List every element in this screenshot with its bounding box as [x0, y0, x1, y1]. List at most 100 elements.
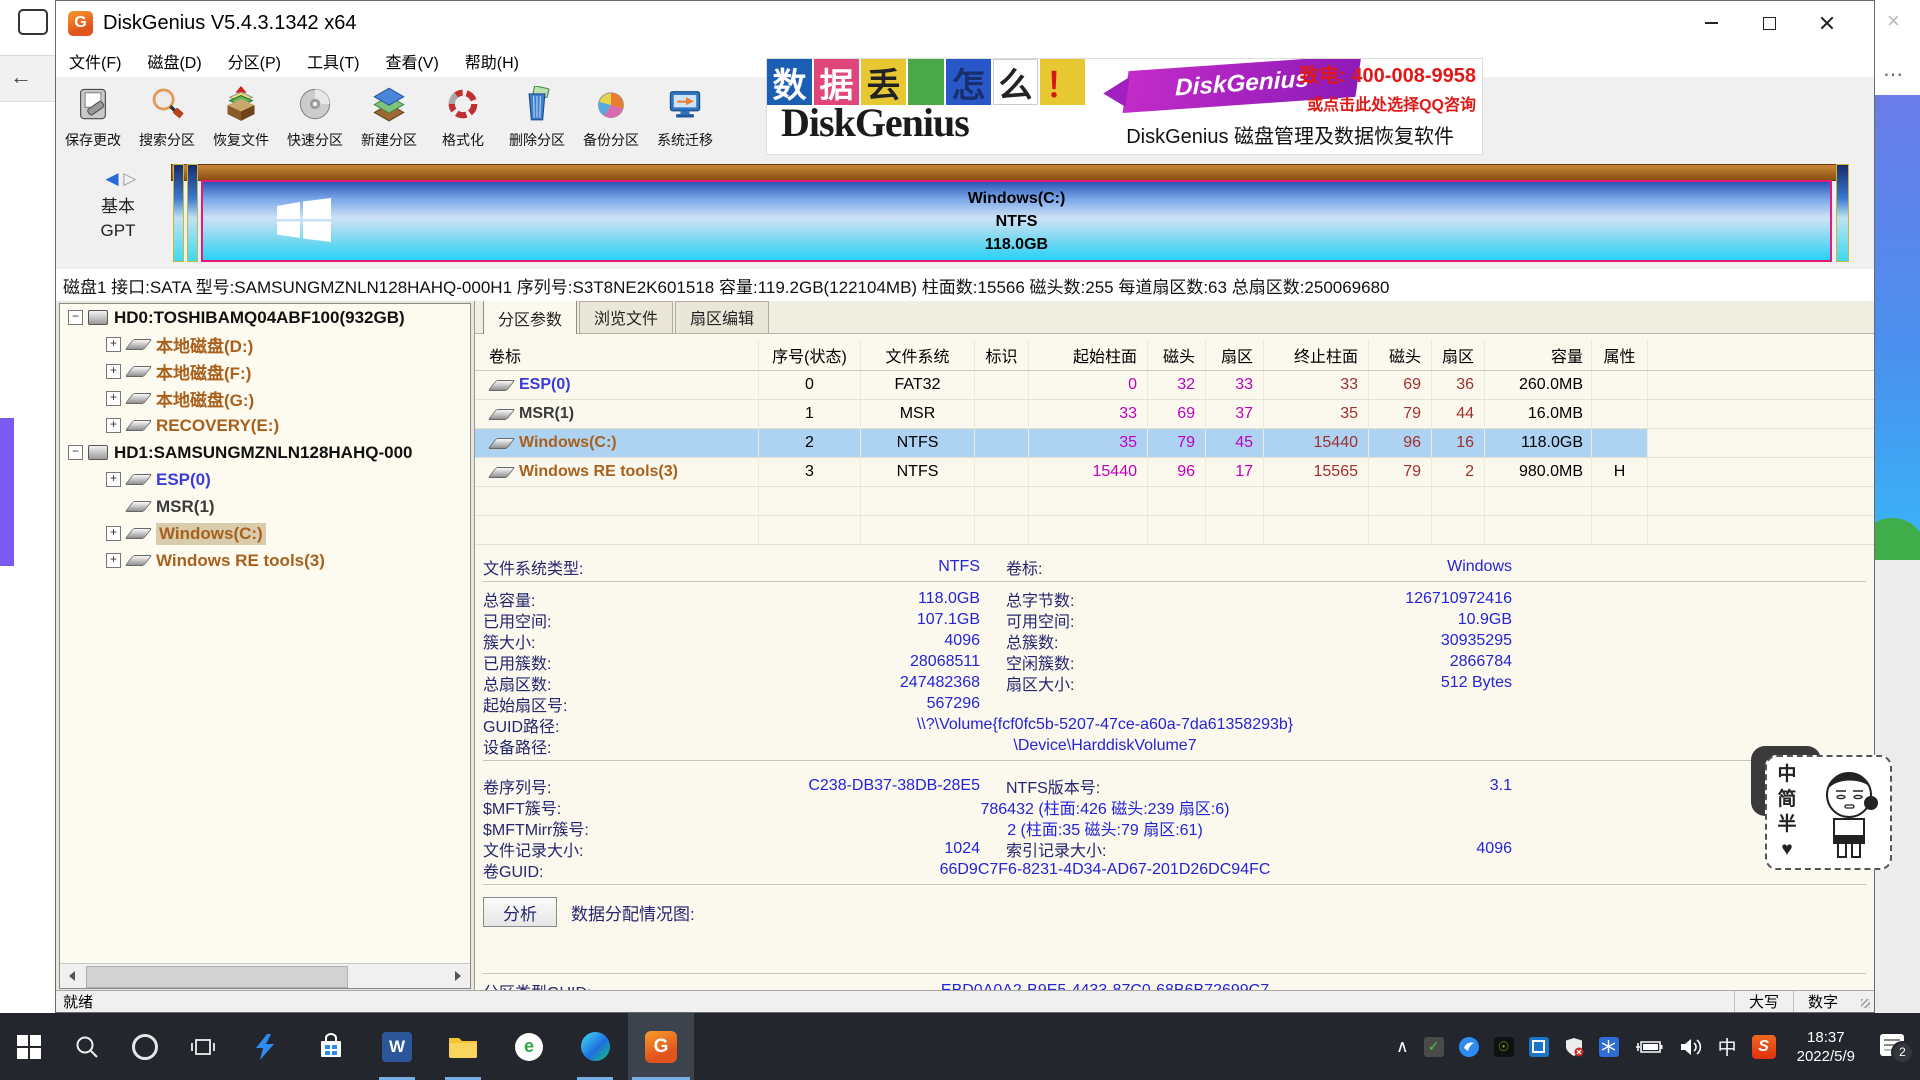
tray-battery-icon[interactable]: [1634, 1038, 1664, 1056]
collapse-icon[interactable]: [68, 445, 83, 460]
menu-view[interactable]: 查看(V): [372, 45, 451, 77]
expand-icon[interactable]: [106, 337, 121, 352]
tray-chevron-icon[interactable]: ∧: [1396, 1037, 1408, 1057]
titlebar[interactable]: G DiskGenius V5.4.3.1342 x64: [56, 1, 1874, 45]
minimize-button[interactable]: [1682, 1, 1740, 45]
tab-browse-files[interactable]: 浏览文件: [579, 301, 673, 333]
analyze-button[interactable]: 分析: [483, 897, 557, 927]
menu-help[interactable]: 帮助(H): [452, 45, 532, 77]
table-row[interactable]: MSR(1) 1 MSR 33 69 37 35 79 44 16.0MB: [475, 400, 1874, 429]
tray-volume-icon[interactable]: [1679, 1037, 1703, 1057]
task-view-button[interactable]: [174, 1013, 232, 1080]
partition-icon: [125, 474, 153, 485]
menu-file[interactable]: 文件(F): [56, 45, 134, 77]
taskbar-app-diskgenius[interactable]: G: [628, 1013, 694, 1080]
quick-partition-icon: [297, 86, 333, 127]
desktop-accent-strip: [0, 418, 14, 566]
format-button[interactable]: 格式化: [426, 77, 500, 159]
expand-icon[interactable]: [106, 553, 121, 568]
expand-icon[interactable]: [106, 418, 121, 433]
new-partition-button[interactable]: 新建分区: [352, 77, 426, 159]
ime-heart-icon[interactable]: ♥: [1781, 838, 1792, 862]
scrollbar-thumb[interactable]: [86, 966, 348, 988]
taskbar-app-360browser[interactable]: e: [496, 1013, 562, 1080]
tray-dingtalk-icon[interactable]: [1459, 1037, 1479, 1057]
tray-nvidia-icon[interactable]: ☉: [1494, 1037, 1514, 1057]
menu-disk[interactable]: 磁盘(D): [134, 45, 214, 77]
tray-antivirus-icon[interactable]: ✓: [1424, 1037, 1444, 1057]
menu-tools[interactable]: 工具(T): [294, 45, 372, 77]
ad-banner[interactable]: 数 据 丢 怎 么 ！ DiskGenius DiskGenius 致电: 40…: [766, 58, 1483, 155]
expand-icon[interactable]: [106, 526, 121, 541]
table-row[interactable]: Windows RE tools(3) 3 NTFS 15440 96 17 1…: [475, 458, 1874, 487]
system-migration-button[interactable]: 系统迁移: [648, 77, 722, 159]
partition-msr-bar[interactable]: [187, 164, 198, 262]
more-menu-icon[interactable]: ⋯: [1883, 62, 1903, 87]
tree-item-windows-re[interactable]: Windows RE tools(3): [60, 547, 470, 574]
partition-icon: [125, 366, 153, 377]
start-button[interactable]: [0, 1013, 58, 1080]
partition-esp-bar[interactable]: [173, 164, 184, 262]
delete-partition-button[interactable]: 删除分区: [500, 77, 574, 159]
cortana-button[interactable]: [116, 1013, 174, 1080]
backup-partition-icon: [593, 86, 629, 127]
tray-sogou-icon[interactable]: S: [1752, 1035, 1776, 1059]
taskbar-search-button[interactable]: [58, 1013, 116, 1080]
partition-re-bar[interactable]: [1836, 164, 1849, 262]
vol-label-value: Windows: [1221, 558, 1512, 576]
next-disk-icon[interactable]: ▷: [123, 169, 136, 188]
recover-files-button[interactable]: 恢复文件: [204, 77, 278, 159]
tab-sector-edit[interactable]: 扇区编辑: [675, 301, 769, 333]
tray-defender-icon[interactable]: [1564, 1037, 1584, 1057]
tray-snowflake-icon[interactable]: [1599, 1037, 1619, 1057]
tree-horizontal-scrollbar[interactable]: [60, 963, 470, 988]
menu-partition[interactable]: 分区(P): [215, 45, 294, 77]
search-partition-button[interactable]: 搜索分区: [130, 77, 204, 159]
tree-item-windows-c[interactable]: Windows(C:): [60, 520, 470, 547]
scroll-left-icon[interactable]: [60, 964, 84, 988]
close-button[interactable]: [1798, 1, 1856, 45]
back-arrow-icon[interactable]: ←: [10, 64, 32, 90]
table-row[interactable]: ESP(0) 0 FAT32 0 32 33 33 69 36 260.0MB: [475, 371, 1874, 400]
tab-partition-params[interactable]: 分区参数: [483, 301, 577, 334]
expand-icon[interactable]: [106, 472, 121, 487]
quick-partition-button[interactable]: 快速分区: [278, 77, 352, 159]
tree-item-msr[interactable]: MSR(1): [60, 493, 470, 520]
expand-icon[interactable]: [106, 391, 121, 406]
collapse-icon[interactable]: [68, 310, 83, 325]
scroll-right-icon[interactable]: [446, 964, 470, 988]
tree-item-hd1[interactable]: HD1:SAMSUNGMZNLN128HAHQ-000: [60, 439, 470, 466]
tray-ime-indicator[interactable]: 中: [1718, 1033, 1737, 1060]
ad-qq-link[interactable]: 或点击此处选择QQ咨询: [1307, 91, 1476, 115]
taskbar-clock[interactable]: 18:37 2022/5/9: [1797, 1028, 1855, 1066]
action-center-button[interactable]: 2: [1880, 1034, 1910, 1060]
tree-item-hd0[interactable]: HD0:TOSHIBAMQ04ABF100(932GB): [60, 304, 470, 331]
ime-simplified-indicator[interactable]: 简: [1777, 788, 1796, 812]
partition-windows-bar[interactable]: Windows(C:) NTFS 118.0GB: [201, 180, 1832, 262]
prev-disk-icon[interactable]: ◀: [106, 169, 119, 188]
tree-item-esp[interactable]: ESP(0): [60, 466, 470, 493]
divider: [483, 884, 1866, 885]
taskbar-app-explorer[interactable]: [430, 1013, 496, 1080]
save-changes-button[interactable]: 保存更改: [56, 77, 130, 159]
resize-grip[interactable]: [1852, 991, 1874, 1012]
pinned-app-flash[interactable]: [232, 1013, 298, 1080]
tree-item-local-f[interactable]: 本地磁盘(F:): [60, 358, 470, 385]
ime-halfwidth-indicator[interactable]: 半: [1777, 813, 1796, 837]
pinned-app-store[interactable]: [298, 1013, 364, 1080]
tree-item-local-d[interactable]: 本地磁盘(D:): [60, 331, 470, 358]
sogou-ime-widget[interactable]: 中 简 半 ♥: [1765, 755, 1892, 870]
backup-partition-button[interactable]: 备份分区: [574, 77, 648, 159]
taskbar-app-word[interactable]: W: [364, 1013, 430, 1080]
table-row-selected[interactable]: Windows(C:) 2 NTFS 35 79 45 15440 96 16 …: [475, 429, 1874, 458]
word-icon: W: [382, 1032, 412, 1062]
taskbar-app-edge[interactable]: [562, 1013, 628, 1080]
background-close-icon[interactable]: ×: [1887, 8, 1900, 34]
tree-item-local-g[interactable]: 本地磁盘(G:): [60, 385, 470, 412]
maximize-button[interactable]: [1740, 1, 1798, 45]
tray-intel-icon[interactable]: [1529, 1037, 1549, 1057]
ime-lang-indicator[interactable]: 中: [1777, 763, 1796, 787]
empty-row: [475, 487, 1874, 516]
expand-icon[interactable]: [106, 364, 121, 379]
tree-item-recovery-e[interactable]: RECOVERY(E:): [60, 412, 470, 439]
